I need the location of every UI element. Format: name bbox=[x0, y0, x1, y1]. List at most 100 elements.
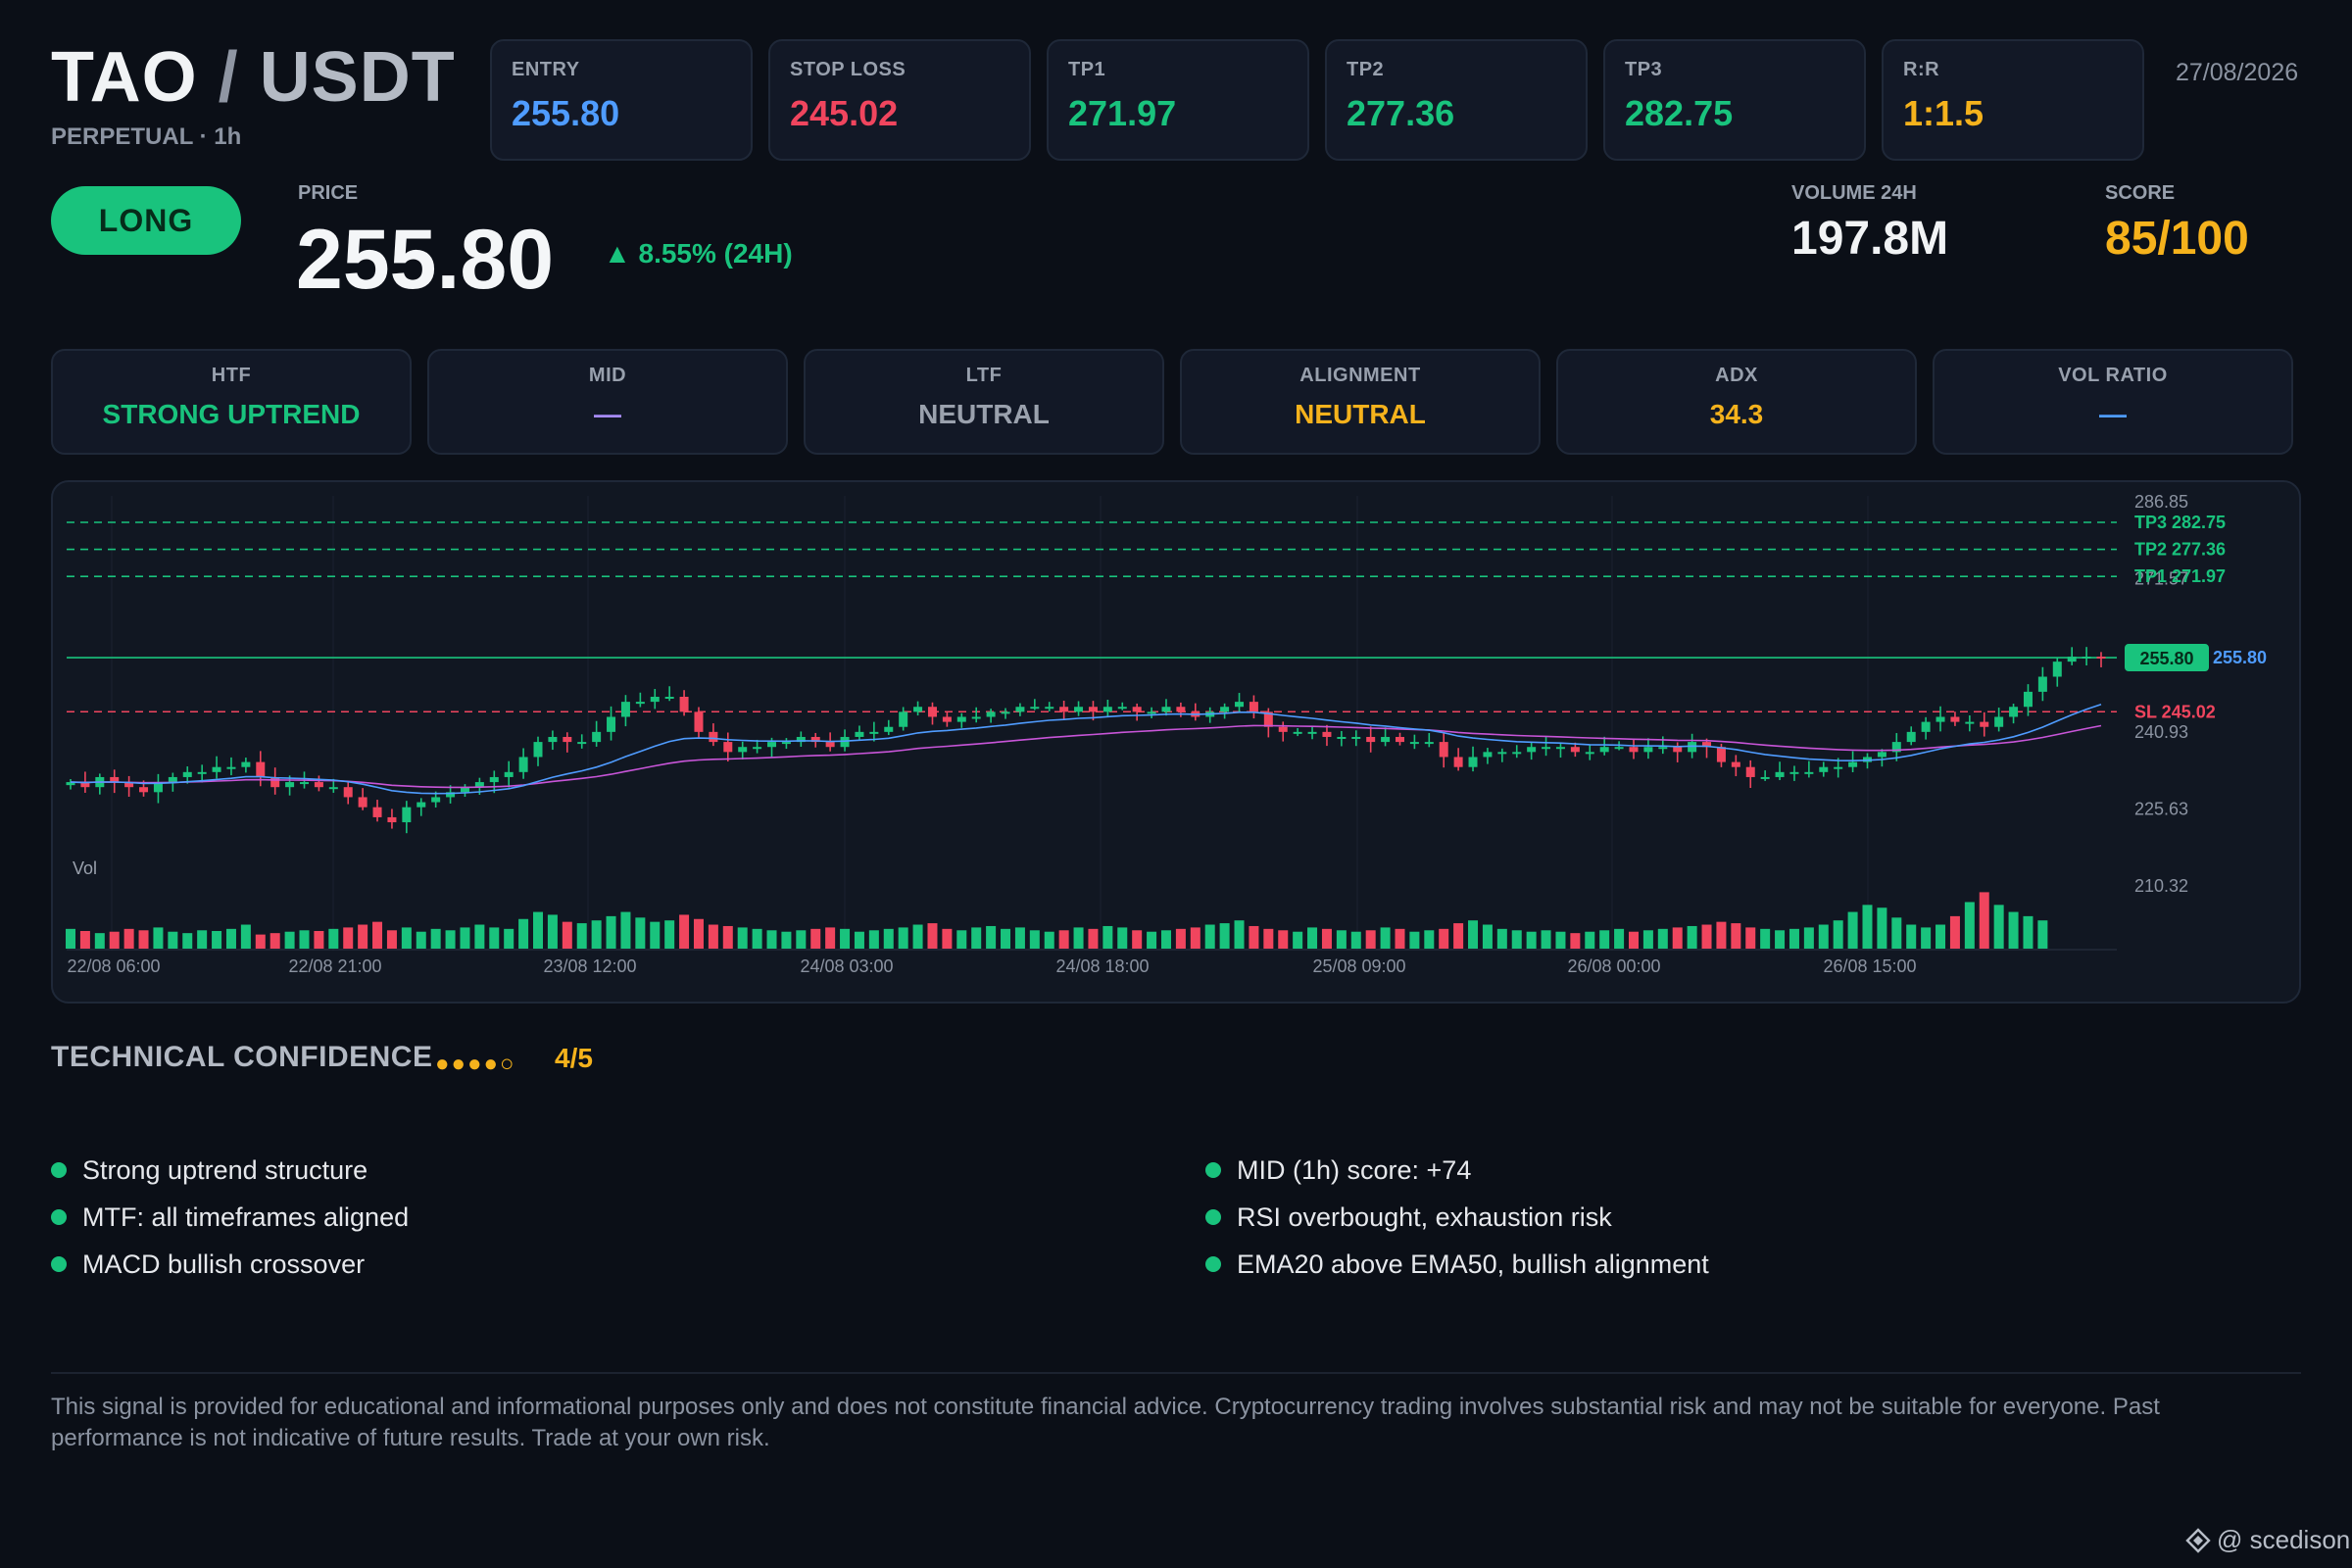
volume-bar bbox=[1249, 925, 1259, 949]
volume-bar bbox=[1585, 931, 1595, 949]
volume-bar bbox=[533, 911, 544, 949]
candle-body bbox=[1030, 707, 1040, 710]
volume-bar bbox=[2023, 915, 2034, 949]
candle-body bbox=[1906, 731, 1916, 743]
volume-bar bbox=[343, 927, 354, 949]
candle-body bbox=[2096, 657, 2106, 660]
pair-title: TAO / USDT bbox=[51, 37, 456, 118]
candle-body bbox=[723, 742, 733, 753]
volume-bar bbox=[460, 927, 470, 949]
candle-body bbox=[2082, 657, 2091, 660]
volume-bar bbox=[255, 934, 266, 949]
candle-body bbox=[592, 731, 602, 743]
volume-bar bbox=[489, 927, 500, 949]
volume-bar bbox=[94, 933, 105, 949]
candle-body bbox=[241, 761, 251, 767]
risk-reward-value: 1:1.5 bbox=[1903, 93, 1984, 133]
candle-body bbox=[1453, 757, 1463, 767]
indicator-row: HTF STRONG UPTREND MID — LTF NEUTRAL ALI… bbox=[51, 349, 2293, 455]
stop-loss-box: STOP LOSS 245.02 bbox=[768, 39, 1031, 161]
mid-value: — bbox=[594, 399, 621, 429]
candle-body bbox=[139, 787, 149, 793]
candle-body bbox=[563, 736, 572, 743]
volume-bar bbox=[225, 928, 236, 949]
candle-body bbox=[2009, 707, 2019, 717]
candle-body bbox=[607, 716, 616, 732]
list-item: Strong uptrend structure bbox=[51, 1147, 409, 1194]
list-item: RSI overbought, exhaustion risk bbox=[1205, 1194, 1709, 1241]
volume-bar bbox=[1906, 924, 1917, 949]
volume-bar bbox=[854, 931, 864, 949]
candle-body bbox=[431, 797, 441, 803]
volume-bar bbox=[1219, 923, 1230, 949]
volume-bar bbox=[1293, 931, 1303, 949]
volume-bar bbox=[270, 933, 280, 949]
volume-bar bbox=[1321, 928, 1332, 949]
candle-body bbox=[328, 787, 338, 790]
candle-body bbox=[343, 787, 353, 798]
volume-bar bbox=[358, 924, 368, 949]
adx-value: 34.3 bbox=[1709, 399, 1764, 429]
list-item-text: MTF: all timeframes aligned bbox=[82, 1201, 410, 1232]
candle-body bbox=[1001, 711, 1010, 714]
candle-body bbox=[1366, 736, 1376, 743]
volume-bar bbox=[66, 928, 75, 949]
ltf-value: NEUTRAL bbox=[918, 399, 1050, 429]
candle-body bbox=[402, 807, 412, 823]
candle-body bbox=[1161, 707, 1171, 712]
candle-body bbox=[694, 711, 704, 732]
candle-body bbox=[1249, 702, 1258, 712]
confidence-score: 4/5 bbox=[555, 1043, 593, 1073]
volume-bar bbox=[1745, 927, 1756, 949]
candle-body bbox=[1045, 707, 1054, 710]
volume-bar bbox=[1657, 928, 1668, 949]
candle-body bbox=[2023, 691, 2033, 708]
volume-bar bbox=[693, 918, 704, 949]
volume-bar bbox=[386, 930, 397, 949]
candle-body bbox=[1745, 766, 1755, 777]
list-item-text: RSI overbought, exhaustion risk bbox=[1237, 1201, 1612, 1232]
disclaimer-text: This signal is provided for educational … bbox=[51, 1394, 2160, 1451]
price-chart[interactable]: 286.85 271.57 240.93 225.63 210.32 TP3 282.75… bbox=[51, 480, 2301, 1004]
volume-bar bbox=[1175, 928, 1186, 949]
tp2-label: TP2 bbox=[1347, 59, 1385, 80]
volume-bar bbox=[328, 928, 339, 949]
volume-bar bbox=[1642, 930, 1653, 949]
candle-body bbox=[956, 716, 966, 722]
vol-ratio-value: — bbox=[2099, 399, 2127, 429]
candle-body bbox=[504, 771, 514, 777]
volume-bar bbox=[576, 923, 587, 949]
candle-body bbox=[168, 776, 177, 783]
candle-body bbox=[899, 711, 908, 727]
volume-bar bbox=[1847, 911, 1858, 949]
contract-type: PERPETUAL · 1h bbox=[51, 123, 242, 150]
volume-bar bbox=[1395, 928, 1405, 949]
volume-bar bbox=[2008, 911, 2019, 949]
candle-body bbox=[1439, 742, 1448, 758]
candle-body bbox=[518, 757, 528, 772]
candle-body bbox=[577, 742, 587, 745]
volume-bar bbox=[1788, 928, 1799, 949]
candle-body bbox=[372, 807, 382, 817]
adx-card: ADX 34.3 bbox=[1556, 349, 1917, 455]
credit: @ scedison bbox=[2185, 1525, 2350, 1555]
candle-body bbox=[1760, 776, 1770, 779]
candle-body bbox=[1088, 707, 1098, 712]
bullet-dot-icon bbox=[51, 1256, 67, 1272]
candle-body bbox=[1994, 716, 2004, 727]
entry-value: 255.80 bbox=[512, 93, 620, 133]
candle-body bbox=[1688, 742, 1697, 753]
price-value: 255.80 bbox=[296, 213, 555, 307]
candle-body bbox=[620, 702, 630, 717]
candle-body bbox=[1658, 747, 1668, 750]
volume-bar bbox=[1541, 930, 1551, 949]
volume-bar bbox=[562, 921, 572, 949]
candle-body bbox=[942, 716, 952, 722]
volume-bar bbox=[1380, 927, 1391, 949]
direction-badge: LONG bbox=[51, 186, 241, 255]
candle-body bbox=[1176, 707, 1186, 712]
candle-body bbox=[1542, 747, 1551, 750]
x-tick-label: 24/08 18:00 bbox=[1055, 956, 1149, 976]
volume-bar bbox=[1350, 931, 1361, 949]
candle-body bbox=[767, 742, 777, 748]
